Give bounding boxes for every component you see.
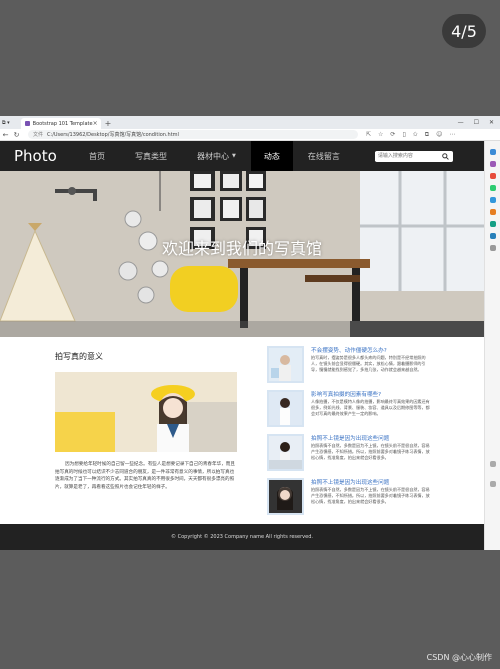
window-close-icon[interactable]: ✕ — [489, 119, 494, 126]
refresh-page-icon[interactable]: ⟳ — [390, 131, 395, 139]
page-counter: 4/5 — [442, 14, 486, 48]
nav-item-news[interactable]: 动态 — [250, 141, 293, 171]
nav-item-equipment[interactable]: 器材中心 ▼ — [182, 141, 251, 171]
news-thumbnail[interactable] — [267, 478, 304, 515]
hero-banner: 欢迎来到我们的写真馆 — [0, 171, 484, 337]
news-body: 拍照表情不自然，多数是因为不上镜，在镜头前不是很自然，容易产生恐惧感，不知所措。… — [311, 443, 430, 460]
news-body: 人像拍摄，不仅是模特人像的拍摄，影响最终写真效果的因素还有很多，例如光线、背景、… — [311, 399, 430, 416]
intro-section: 拍写真的意义 因为想要给年轻时候的自己留一些纪念。有些人是想要记录下自己的青春年… — [55, 351, 237, 499]
url-text: C:/Users/13962/Desktop/写真馆/写真馆/condition… — [47, 132, 179, 138]
news-title[interactable]: 拍照不上镜是因为出现这些问题 — [311, 478, 433, 486]
news-item[interactable]: 影响写真拍摄的因素有哪些? 人像拍摄，不仅是模特人像的拍摄，影响最终写真效果的因… — [267, 390, 433, 434]
tools-icon[interactable] — [490, 185, 496, 191]
split-icon[interactable]: ▯ — [402, 131, 405, 139]
tab-title: Bootstrap 101 Template — [32, 120, 93, 127]
sidebar-toggle-icon[interactable] — [490, 481, 496, 487]
news-title[interactable]: 拍照不上镜是因为出现这些问题 — [311, 434, 433, 442]
news-text: 拍照不上镜是因为出现这些问题 拍照表情不自然，多数是因为不上镜，在镜头前不是很自… — [311, 434, 433, 478]
more-icon[interactable]: ⋯ — [449, 131, 455, 139]
news-thumbnail[interactable] — [267, 346, 304, 383]
girl-portrait-image — [55, 372, 237, 452]
star-icon[interactable]: ☆ — [378, 131, 383, 139]
news-list: 不会摆姿势、动作僵硬怎么办? 拍写真时，摆姿势是很多人都头疼的问题，特别是不经常… — [267, 346, 433, 522]
address-bar: ← ↻ 文件 C:/Users/13962/Desktop/写真馆/写真馆/co… — [0, 129, 500, 141]
nav-item-home[interactable]: 首页 — [74, 141, 120, 171]
search-sidebar-icon[interactable] — [490, 149, 496, 155]
search-input[interactable] — [374, 151, 439, 161]
watermark: CSDN @心心制作 — [426, 653, 492, 662]
news-text: 拍照不上镜是因为出现这些问题 拍照表情不自然，多数是因为不上镜，在镜头前不是很自… — [311, 478, 433, 522]
news-item[interactable]: 不会摆姿势、动作僵硬怎么办? 拍写真时，摆姿势是很多人都头疼的问题，特别是不经常… — [267, 346, 433, 390]
maximize-icon[interactable]: ☐ — [474, 119, 479, 126]
news-thumbnail[interactable] — [267, 390, 304, 427]
office-icon[interactable] — [490, 209, 496, 215]
close-icon[interactable]: × — [93, 120, 98, 127]
back-arrow-icon[interactable]: ← — [0, 131, 11, 139]
browser-tab[interactable]: Bootstrap 101 Template × — [20, 118, 101, 129]
copilot-icon[interactable] — [490, 161, 496, 167]
news-body: 拍照表情不自然，多数是因为不上镜，在镜头前不是很自然，容易产生恐惧感，不知所措。… — [311, 487, 430, 504]
news-text: 不会摆姿势、动作僵硬怎么办? 拍写真时，摆姿势是很多人都头疼的问题，特别是不经常… — [311, 346, 433, 390]
website: Photo 首页 写真类型 器材中心 ▼ 动态 在线留言 请输入搜索内容 欢迎来… — [0, 141, 484, 550]
nav-item-messages[interactable]: 在线留言 — [293, 141, 355, 171]
section-title: 拍写真的意义 — [55, 352, 103, 361]
reload-icon[interactable]: ↻ — [11, 131, 22, 139]
minimize-icon[interactable]: — — [458, 119, 464, 126]
site-brand[interactable]: Photo — [14, 147, 74, 165]
news-body: 拍写真时，摆姿势是很多人都头疼的问题，特别是不经常拍照的人，在镜头前会显得很僵硬… — [311, 355, 426, 372]
url-field[interactable]: 文件 C:/Users/13962/Desktop/写真馆/写真馆/condit… — [28, 130, 358, 139]
window-controls: — ☐ ✕ — [452, 119, 500, 129]
search-icon[interactable] — [439, 151, 453, 162]
intro-article-text: 因为想要给年轻时候的自己留一些纪念。有些人是想要记录下自己的青春年华，而且拍写真… — [55, 462, 235, 490]
profile-icon[interactable]: ☺ — [436, 131, 442, 139]
tab-actions-icon[interactable]: ⧉ ▾ — [0, 120, 13, 129]
share-icon[interactable]: ⇱ — [366, 131, 371, 139]
sidebar-settings-icon[interactable] — [490, 461, 496, 467]
screenshot-frame: ⧉ ▾ Bootstrap 101 Template × + — ☐ ✕ ← ↻… — [0, 116, 500, 550]
browser-tab-bar: ⧉ ▾ Bootstrap 101 Template × + — ☐ ✕ — [0, 116, 500, 129]
news-thumbnail[interactable] — [267, 434, 304, 471]
shopping-icon[interactable] — [490, 173, 496, 179]
browser-sidebar — [484, 141, 500, 550]
news-title[interactable]: 不会摆姿势、动作僵硬怎么办? — [311, 346, 433, 354]
site-footer: © Copyright © 2023 Company name All righ… — [0, 524, 484, 550]
site-navbar: Photo 首页 写真类型 器材中心 ▼ 动态 在线留言 — [0, 141, 484, 171]
new-tab-icon[interactable]: + — [101, 119, 116, 129]
news-item[interactable]: 拍照不上镜是因为出现这些问题 拍照表情不自然，多数是因为不上镜，在镜头前不是很自… — [267, 434, 433, 478]
add-sidebar-icon[interactable] — [490, 245, 496, 251]
outlook-icon[interactable] — [490, 197, 496, 203]
nav-search-form — [374, 150, 453, 162]
drop-icon[interactable] — [490, 233, 496, 239]
featured-photo — [55, 372, 237, 452]
nav-item-photo-types[interactable]: 写真类型 — [120, 141, 182, 171]
news-title[interactable]: 影响写真拍摄的因素有哪些? — [311, 390, 433, 398]
favorites-icon[interactable]: ✩ — [413, 131, 418, 139]
browser-toolbar-icons: ⇱ ☆ ⟳ ▯ ✩ ⧉ ☺ ⋯ — [366, 131, 455, 139]
chevron-down-icon: ▼ — [232, 153, 236, 159]
url-file-label: 文件 — [33, 132, 44, 138]
nav-item-equipment-label: 器材中心 — [197, 151, 229, 161]
news-item[interactable]: 拍照不上镜是因为出现这些问题 拍照表情不自然，多数是因为不上镜，在镜头前不是很自… — [267, 478, 433, 522]
bootstrap-favicon-icon — [24, 121, 30, 126]
games-icon[interactable] — [490, 221, 496, 227]
news-text: 影响写真拍摄的因素有哪些? 人像拍摄，不仅是模特人像的拍摄，影响最终写真效果的因… — [311, 390, 433, 434]
hero-title: 欢迎来到我们的写真馆 — [161, 239, 322, 258]
collections-icon[interactable]: ⧉ — [425, 131, 429, 139]
